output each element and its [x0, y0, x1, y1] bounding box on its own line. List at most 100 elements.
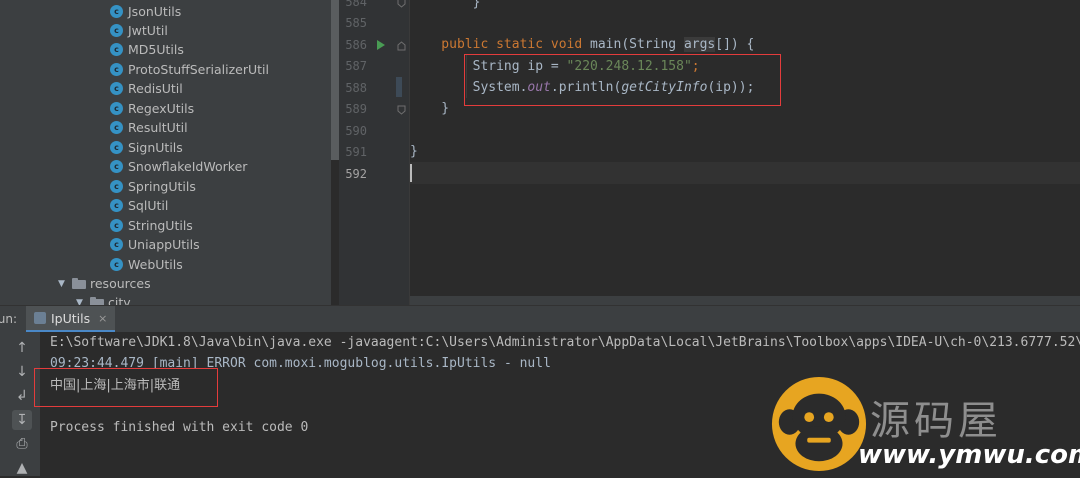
tree-item-stringutils[interactable]: c StringUtils: [110, 216, 193, 235]
tree-item-regexutils[interactable]: c RegexUtils: [110, 99, 194, 118]
up-arrow-icon[interactable]: ↑: [12, 338, 32, 358]
tree-item-springutils[interactable]: c SpringUtils: [110, 177, 196, 196]
class-icon: c: [110, 102, 123, 115]
class-icon: c: [110, 258, 123, 271]
change-marker: [396, 77, 402, 97]
tree-folder-label: resources: [90, 276, 151, 291]
tree-folder-label: city: [108, 295, 131, 305]
tree-item-webutils[interactable]: c WebUtils: [110, 255, 183, 274]
tree-item-jwtutil[interactable]: c JwtUtil: [110, 21, 168, 40]
chevron-down-icon[interactable]: ▼: [58, 279, 72, 289]
watermark-url: www.ymwu.com: [858, 440, 1080, 470]
tree-item-label: SpringUtils: [128, 179, 196, 194]
tree-scrollbar[interactable]: [331, 0, 339, 160]
tree-item-label: UniappUtils: [128, 237, 200, 252]
tree-item-label: SqlUtil: [128, 198, 169, 213]
line-number: 587: [345, 59, 367, 73]
down-arrow-icon[interactable]: ↓: [12, 362, 32, 382]
tree-item-uniapputils[interactable]: c UniappUtils: [110, 235, 200, 254]
class-icon: c: [110, 219, 123, 232]
fold-marker-icon[interactable]: [397, 105, 406, 115]
code-param: args: [683, 37, 716, 52]
line-number: 590: [345, 124, 367, 138]
tree-item-label: RegexUtils: [128, 101, 195, 116]
code-text: main(String: [590, 37, 684, 52]
tree-item-label: SnowflakeIdWorker: [128, 159, 248, 174]
line-number: 585: [345, 16, 367, 30]
fold-marker-icon[interactable]: [397, 41, 406, 51]
line-number: 589: [345, 102, 367, 116]
tree-item-resultutil[interactable]: c ResultUtil: [110, 118, 188, 137]
class-icon: c: [110, 24, 123, 37]
code-line: }: [410, 141, 418, 163]
print-icon[interactable]: ⎙: [12, 434, 32, 454]
tree-item-label: JsonUtils: [128, 4, 182, 19]
fold-marker-icon[interactable]: [397, 0, 406, 8]
tree-folder-city[interactable]: ▼ city: [76, 293, 131, 305]
code-text: []) {: [715, 37, 755, 52]
tree-item-jsonutils[interactable]: c JsonUtils: [110, 2, 181, 21]
tree-item-label: StringUtils: [128, 218, 193, 233]
tree-item-signutils[interactable]: c SignUtils: [110, 138, 183, 157]
console-line-command: E:\Software\JDK1.8\Java\bin\java.exe -ja…: [50, 335, 1080, 350]
tree-item-redisutil[interactable]: c RedisUtil: [110, 79, 183, 98]
class-icon: c: [110, 141, 123, 154]
class-icon: c: [110, 63, 123, 76]
tree-item-label: ProtoStuffSerializerUtil: [128, 62, 269, 77]
tree-folder-resources[interactable]: ▼ resources: [58, 274, 151, 293]
tree-item-label: SignUtils: [128, 140, 183, 155]
scroll-to-end-icon[interactable]: ↧: [12, 410, 32, 430]
tree-item-label: RedisUtil: [128, 81, 183, 96]
tree-item-label: MD5Utils: [128, 42, 184, 57]
code-editor[interactable]: } public static void main(String args[])…: [410, 0, 1080, 296]
code-line: }: [410, 0, 481, 14]
editor-horizontal-scrollbar[interactable]: [410, 296, 1080, 305]
tree-item-label: WebUtils: [128, 257, 183, 272]
class-icon: c: [110, 180, 123, 193]
soft-wrap-icon[interactable]: ↲: [12, 386, 32, 406]
class-icon: c: [110, 160, 123, 173]
folder-icon: [90, 297, 104, 305]
tree-item-sqlutil[interactable]: c SqlUtil: [110, 196, 168, 215]
class-icon: c: [110, 5, 123, 18]
tree-item-protostuffserializerutil[interactable]: c ProtoStuffSerializerUtil: [110, 60, 269, 79]
code-line: }: [410, 98, 449, 120]
monkey-logo-icon: [771, 376, 867, 472]
folder-icon: [72, 278, 86, 289]
code-text: }: [410, 0, 481, 10]
console-line-exit: Process finished with exit code 0: [50, 420, 309, 435]
chevron-down-icon[interactable]: ▼: [76, 298, 90, 306]
current-line-highlight: [410, 162, 1080, 184]
highlight-box-output: [34, 368, 218, 407]
line-number: 586: [345, 38, 367, 52]
line-number: 588: [345, 81, 367, 95]
text-caret: [410, 164, 412, 182]
tree-item-snowflakeidworker[interactable]: c SnowflakeIdWorker: [110, 157, 247, 176]
editor-gutter: 584 585 586 587 588 589 590 591 592: [339, 0, 410, 305]
code-line: public static void main(String args[]) {: [410, 34, 754, 56]
class-icon: c: [110, 82, 123, 95]
code-keyword: public static void: [410, 37, 591, 52]
tab-ipuitls-run[interactable]: IpUtils ×: [26, 306, 116, 333]
run-panel-header: Run: IpUtils ×: [0, 305, 1080, 333]
class-icon: c: [110, 121, 123, 134]
tree-item-label: JwtUtil: [128, 23, 168, 38]
run-label: Run:: [0, 312, 18, 326]
line-number: 591: [345, 145, 367, 159]
tree-item-label: ResultUtil: [128, 120, 188, 135]
run-gutter-icon[interactable]: [376, 40, 386, 50]
code-text: }: [410, 144, 418, 159]
trash-icon[interactable]: ▲: [12, 458, 32, 478]
class-icon: c: [110, 43, 123, 56]
class-icon: c: [110, 238, 123, 251]
close-icon[interactable]: ×: [98, 312, 107, 325]
highlight-box-code: [464, 54, 781, 106]
watermark-brand: 源码屋: [870, 398, 1002, 444]
line-number-current: 592: [345, 167, 367, 181]
line-number: 584: [345, 0, 367, 9]
tree-item-md5utils[interactable]: c MD5Utils: [110, 40, 184, 59]
project-tree: c JsonUtils c JwtUtil c MD5Utils c ProtoStuf…: [0, 0, 331, 305]
run-config-icon: [34, 312, 46, 324]
code-text: }: [410, 101, 450, 116]
run-tab-label: IpUtils: [51, 310, 91, 326]
